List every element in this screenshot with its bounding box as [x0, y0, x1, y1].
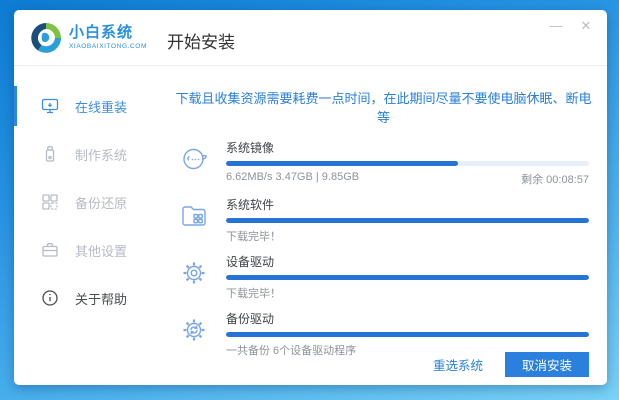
sidebar-item-other-settings[interactable]: 其他设置 — [14, 226, 160, 274]
task-row-system-image: 系统镜像 6.62MB/s 3.47GB | 9.85GB 剩余 00:08:5… — [160, 139, 607, 187]
app-window: — ✕ 小白系统 XIAOBAIXITONG.COM 开始安装 — [14, 10, 607, 385]
progress-bar — [226, 332, 589, 337]
task-list: 系统镜像 6.62MB/s 3.47GB | 9.85GB 剩余 00:08:5… — [160, 139, 607, 358]
header: 小白系统 XIAOBAIXITONG.COM 开始安装 — [14, 10, 607, 66]
driver-gear-icon — [179, 258, 209, 288]
sidebar-item-online-reinstall[interactable]: 在线重装 — [14, 82, 160, 130]
minimize-icon[interactable]: — — [547, 16, 565, 34]
task-label: 备份驱动 — [226, 310, 589, 327]
progress-bar — [226, 275, 589, 280]
brand-logo-icon — [30, 22, 62, 54]
brand-name: 小白系统 — [69, 25, 147, 42]
sidebar: 在线重装 制作系统 备份还原 其他设置 关于帮助 — [14, 66, 160, 385]
info-circle-icon — [41, 289, 59, 307]
progress-fill — [226, 161, 458, 166]
brand-text: 小白系统 XIAOBAIXITONG.COM — [69, 25, 147, 51]
window-controls: — ✕ — [547, 16, 595, 34]
task-row-device-driver: 设备驱动 下载完毕！ — [160, 253, 607, 301]
progress-fill — [226, 275, 589, 280]
page-title: 开始安装 — [167, 28, 235, 53]
cloud-mascot-icon — [179, 144, 209, 174]
task-label: 系统镜像 — [226, 139, 589, 156]
task-label: 设备驱动 — [226, 253, 589, 270]
task-status-left: 下载完毕！ — [226, 285, 281, 301]
close-icon[interactable]: ✕ — [577, 16, 595, 34]
footer-actions: 重选系统 取消安装 — [433, 352, 589, 377]
settings-case-icon — [41, 241, 59, 259]
brand-domain: XIAOBAIXITONG.COM — [69, 43, 147, 50]
sidebar-item-about-help[interactable]: 关于帮助 — [14, 274, 160, 322]
task-status-left: 下载完毕！ — [226, 228, 281, 244]
app-logo: 小白系统 XIAOBAIXITONG.COM — [30, 22, 147, 54]
backup-gear-icon — [179, 315, 209, 345]
backup-grid-icon — [41, 193, 59, 211]
reselect-system-button[interactable]: 重选系统 — [433, 355, 483, 374]
task-row-system-software: 系统软件 下载完毕！ — [160, 196, 607, 244]
main-content: 下载且收集资源需要耗费一点时间，在此期间尽量不要使电脑休眠、断电等 系统镜像 6… — [160, 66, 607, 385]
task-status-right: 剩余 00:08:57 — [521, 171, 589, 187]
task-label: 系统软件 — [226, 196, 589, 213]
software-folder-icon — [179, 201, 209, 231]
cancel-install-button[interactable]: 取消安装 — [505, 352, 589, 377]
progress-bar — [226, 218, 589, 223]
notice-text: 下载且收集资源需要耗费一点时间，在此期间尽量不要使电脑休眠、断电等 — [160, 88, 607, 126]
usb-make-icon — [41, 145, 59, 163]
progress-fill — [226, 332, 589, 337]
progress-bar — [226, 161, 589, 166]
task-row-backup-driver: 备份驱动 一共备份 6个设备驱动程序 — [160, 310, 607, 358]
desktop-background: — ✕ 小白系统 XIAOBAIXITONG.COM 开始安装 — [0, 0, 619, 400]
sidebar-item-make-system[interactable]: 制作系统 — [14, 130, 160, 178]
monitor-reinstall-icon — [41, 97, 59, 115]
task-status-left: 6.62MB/s 3.47GB | 9.85GB — [226, 171, 359, 187]
sidebar-item-backup-restore[interactable]: 备份还原 — [14, 178, 160, 226]
task-status-left: 一共备份 6个设备驱动程序 — [226, 342, 356, 358]
progress-fill — [226, 218, 589, 223]
